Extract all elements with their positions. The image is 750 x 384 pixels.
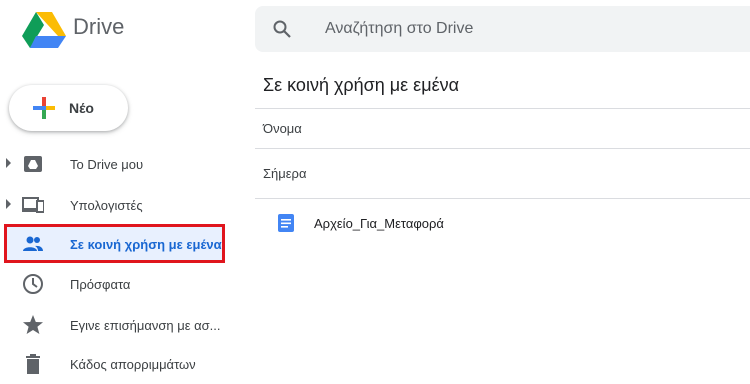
star-icon [23, 315, 43, 334]
expand-caret-icon[interactable] [6, 158, 11, 168]
sidebar-item-shared-with-me[interactable]: Σε κοινή χρήση με εμένα [0, 224, 240, 264]
sidebar-item-recent[interactable]: Πρόσφατα [0, 264, 240, 304]
divider [255, 148, 750, 149]
new-button-label: Νέο [69, 100, 94, 116]
app-title: Drive [73, 14, 125, 39]
computers-icon [22, 197, 44, 213]
sidebar-item-label: Υπολογιστές [70, 198, 143, 213]
file-name[interactable]: Αρχείο_Για_Μεταφορά [314, 216, 444, 231]
sidebar-item-label: Εγινε επισήμανση με ασ... [70, 318, 221, 333]
trash-icon [26, 354, 40, 374]
divider [255, 108, 750, 109]
search-input[interactable]: Αναζήτηση στο Drive [325, 20, 473, 38]
page-title: Σε κοινή χρήση με εμένα [263, 75, 459, 95]
drive-icon [24, 156, 42, 172]
new-button[interactable]: Νέο [9, 85, 128, 131]
column-header-name[interactable]: Όνομα [263, 121, 302, 136]
people-icon [23, 236, 43, 251]
sidebar-item-label: Σε κοινή χρήση με εμένα [70, 237, 222, 252]
sidebar-item-label: Κάδος απορριμμάτων [70, 357, 196, 372]
search-icon[interactable] [272, 19, 292, 39]
sidebar-item-trash[interactable]: Κάδος απορριμμάτων [0, 344, 240, 384]
clock-icon [23, 274, 43, 294]
sidebar-item-my-drive[interactable]: Το Drive μου [0, 144, 240, 184]
sidebar-item-starred[interactable]: Εγινε επισήμανση με ασ... [0, 305, 240, 345]
sidebar-item-label: Το Drive μου [70, 157, 144, 172]
google-doc-icon [278, 214, 294, 232]
drive-logo-icon[interactable] [22, 12, 66, 48]
sidebar-item-computers[interactable]: Υπολογιστές [0, 185, 240, 225]
section-label-today: Σήμερα [263, 166, 307, 181]
sidebar-item-label: Πρόσφατα [70, 277, 131, 292]
expand-caret-icon[interactable] [6, 199, 11, 209]
plus-icon [33, 97, 55, 119]
